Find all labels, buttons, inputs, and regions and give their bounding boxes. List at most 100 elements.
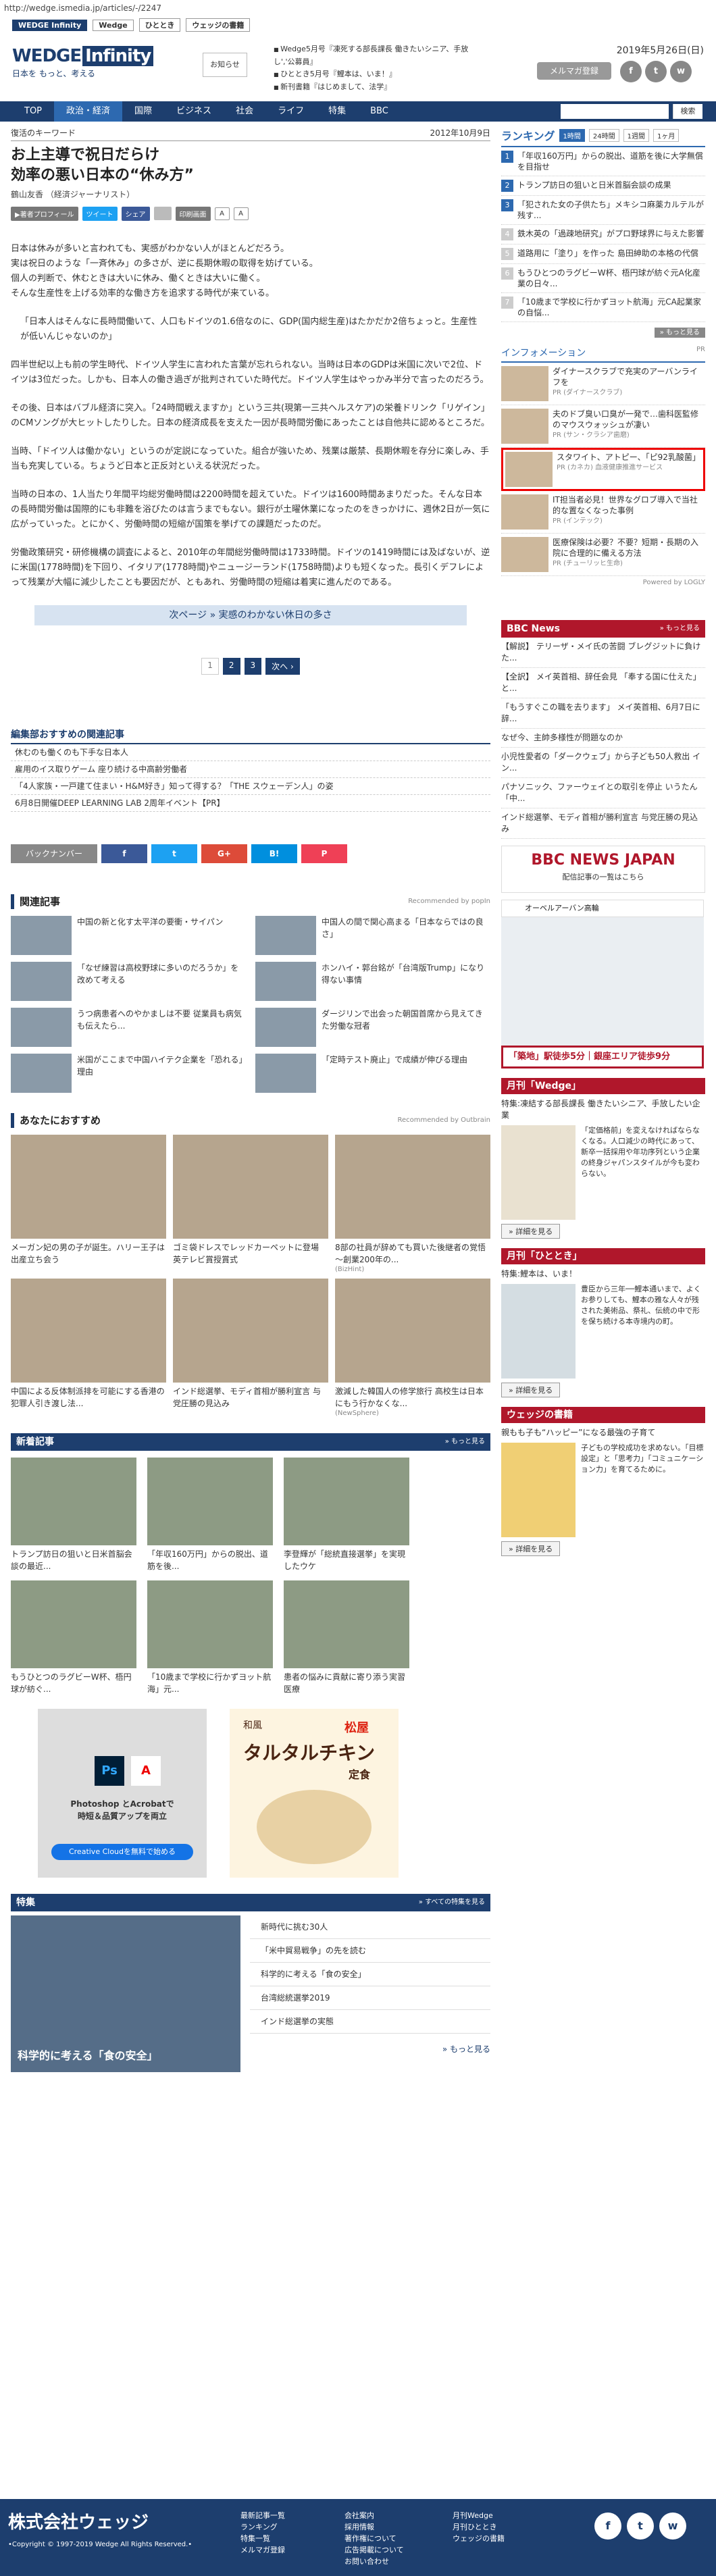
list-item[interactable]: 「米中貿易戦争」の先を読む <box>250 1939 490 1963</box>
matsuya-ad[interactable]: 和風 松屋 タルタルチキン 定食 <box>230 1709 399 1878</box>
footer-link[interactable]: お問い合わせ <box>344 2556 404 2567</box>
adobe-ad[interactable]: Ps A Photoshop とAcrobatで 時短＆品質アップを両立 Cre… <box>38 1709 207 1878</box>
page-2[interactable]: 2 <box>222 658 240 675</box>
related-card[interactable]: うつ病患者へのやかましは不要 従業員も病気も伝えたら... <box>11 1008 246 1047</box>
site-link-wedge[interactable]: Wedge <box>93 19 134 31</box>
nav-item-society[interactable]: 社会 <box>224 101 265 122</box>
footer-link[interactable]: ランキング <box>240 2521 285 2533</box>
ranking-item[interactable]: 7 「10歳まで学校に行かずヨット航海」元CA起業家の自悩... <box>501 293 705 322</box>
list-item[interactable]: 新時代に挑む30人 <box>250 1915 490 1939</box>
new-articles-more[interactable]: » もっと見る <box>445 1433 485 1451</box>
ranking-item[interactable]: 3 「犯された女の子供たち」メキシコ麻薬カルテルが残す... <box>501 196 705 225</box>
search-button[interactable]: 検索 <box>673 104 702 119</box>
bbc-news-japan-banner[interactable]: BBC NEWS JAPAN 配信記事の一覧はこちら <box>501 846 705 893</box>
nav-item-life[interactable]: ライフ <box>265 101 316 122</box>
list-item[interactable]: 休むのも働くのも下手な日本人 <box>11 744 490 761</box>
footer-link[interactable]: 月刊Wedge <box>453 2510 505 2521</box>
next-page-link[interactable]: 次ページ » 実感のわかない休日の多さ <box>34 605 467 625</box>
wedge-mag-cover[interactable] <box>501 1125 576 1220</box>
facebook-icon[interactable]: f <box>594 2513 621 2540</box>
recommend-card[interactable]: メーガン妃の男の子が誕生。ハリー王子は出産立ち会う <box>11 1135 166 1273</box>
ranking-more-button[interactable]: » もっと見る <box>654 328 705 338</box>
twitter-icon[interactable]: t <box>627 2513 654 2540</box>
wedge-icon[interactable]: w <box>670 61 692 82</box>
print-button[interactable]: 印刷画面 <box>175 206 211 221</box>
twitter-icon[interactable]: t <box>645 61 667 82</box>
header-news-item[interactable]: ひととき5月号『鯉本は、いま！』 <box>274 68 469 81</box>
tweet-button[interactable]: ツイート <box>82 206 118 221</box>
related-card[interactable]: 米国がここまで中国ハイテク企業を「恐れる」理由 <box>11 1054 246 1093</box>
ranking-item[interactable]: 6 もうひとつのラグビーW杯、梧円球が紡ぐ元A化産業の日々... <box>501 264 705 293</box>
related-card[interactable]: 中国の新と化す太平洋の要衝・サイパン <box>11 916 246 955</box>
bbc-item[interactable]: パナソニック、ファーウェイとの取引を停止 いうたん「中... <box>501 778 705 808</box>
recommend-card[interactable]: ゴミ袋ドレスでレッドカーペットに登場 英テレビ賞授賞式 <box>173 1135 328 1273</box>
related-card[interactable]: ダージリンで出会った朝国首席から見えてきた労働な冠者 <box>255 1008 490 1047</box>
book-cover[interactable] <box>501 1443 576 1537</box>
search-input[interactable] <box>561 104 669 119</box>
page-3[interactable]: 3 <box>244 658 262 675</box>
mail-icon[interactable] <box>153 207 172 220</box>
back-number-button[interactable]: バックナンバー <box>11 844 97 863</box>
list-item[interactable]: インド総選挙の実態 <box>250 2010 490 2034</box>
font-small-button[interactable]: A <box>214 207 230 220</box>
wedge-icon[interactable]: w <box>659 2513 686 2540</box>
ranking-tab[interactable]: 1時間 <box>559 128 585 142</box>
ranking-item[interactable]: 1 「年収160万円」からの脱出、道筋を後に大学無償を目指せ <box>501 147 705 176</box>
info-item[interactable]: IT担当者必見！世界なグロブ導入で当社的な置なくなった事例 PR (インテック) <box>501 491 705 534</box>
list-item[interactable]: 雇用のイス取りゲーム 座り続ける中高齢労働者 <box>11 761 490 778</box>
feature-more-link[interactable]: » もっと見る <box>250 2038 490 2061</box>
hitotoki-mag-detail-button[interactable]: » 詳細を見る <box>501 1383 561 1397</box>
info-item[interactable]: ダイナースクラブで充実のアーバンライフを PR (ダイナースクラブ) <box>501 363 705 405</box>
bbc-more[interactable]: » もっと見る <box>660 620 700 638</box>
font-large-button[interactable]: A <box>233 207 249 220</box>
recommend-card[interactable]: インド総選挙、モディ首相が勝利宣言 与党圧勝の見込み <box>173 1279 328 1417</box>
list-item[interactable]: 「4人家族・一戸建て住まい・H&M好き」知って得する？「THE スウェーデン人」… <box>11 778 490 795</box>
related-card[interactable]: 「なぜ練習は高校野球に多いのだろうか」を改めて考える <box>11 962 246 1001</box>
ranking-item[interactable]: 5 道路用に「塗り」を作った 島田紳助の本格の代償 <box>501 244 705 264</box>
header-news-item[interactable]: 新刊書籍『はじめまして、法学』 <box>274 81 469 94</box>
list-item[interactable]: 6月8日開催DEEP LEARNING LAB 2周年イベント【PR】 <box>11 795 490 812</box>
footer-link[interactable]: 会社案内 <box>344 2510 404 2521</box>
info-item[interactable]: 医療保険は必要？不要？短期・長期の入院に合理的に備える方法 PR (チューリッヒ生… <box>501 534 705 576</box>
side-ad-realestate[interactable]: オーベルアーバン高輪 「築地」駅徒歩5分｜銀座エリア徒歩9分 <box>501 900 704 1068</box>
bbc-item[interactable]: インド総選挙、モディ首相が勝利宣言 与党圧勝の見込み <box>501 808 705 839</box>
related-card[interactable]: 中国人の間で関心高まる「日本ならではの良さ」 <box>255 916 490 955</box>
new-article-card[interactable]: 「10歳まで学校に行かずヨット航海」元... <box>147 1580 273 1695</box>
ranking-tab[interactable]: 1ヶ月 <box>653 128 680 142</box>
site-link-books[interactable]: ウェッジの書籍 <box>186 18 251 32</box>
facebook-share-button[interactable]: シェア <box>121 206 150 221</box>
books-detail-button[interactable]: » 詳細を見る <box>501 1541 561 1556</box>
nav-item-top[interactable]: TOP <box>12 101 54 122</box>
facebook-icon[interactable]: f <box>620 61 642 82</box>
footer-link[interactable]: 特集一覧 <box>240 2533 285 2544</box>
newsletter-button[interactable]: メルマガ登録 <box>537 62 611 80</box>
info-item-highlighted[interactable]: スタワイト、アトピー、「ピ92乳酸菌」 PR (カネカ) 血液健康推進サービス <box>501 448 705 491</box>
recommend-card[interactable]: 激減した韓国人の修学旅行 高校生は日本にもう行かなくな... (NewSphere… <box>335 1279 490 1417</box>
feature-all-link[interactable]: » すべての特集を見る <box>419 1894 485 1911</box>
series-label[interactable]: 復活のキーワード <box>11 127 76 138</box>
new-article-card[interactable]: もうひとつのラグビーW杯、梧円球が紡ぐ... <box>11 1580 136 1695</box>
hitotoki-mag-cover[interactable] <box>501 1284 576 1379</box>
feature-image[interactable]: 科学的に考える「食の安全」 <box>11 1915 240 2072</box>
ranking-tab[interactable]: 24時間 <box>588 128 619 142</box>
hatena-icon[interactable]: B! <box>251 844 297 863</box>
new-article-card[interactable]: 患者の悩みに貢献に寄り添う実習医療 <box>284 1580 409 1695</box>
bbc-item[interactable]: なぜ今、主帥多様性が問題なのか <box>501 729 705 748</box>
ranking-tab[interactable]: 1週間 <box>623 128 650 142</box>
related-card[interactable]: 「定時テスト廃止」で成績が伸びる理由 <box>255 1054 490 1093</box>
author-profile-button[interactable]: ▶著者プロフィール <box>11 206 78 221</box>
notice-button[interactable]: お知らせ <box>203 53 247 77</box>
facebook-icon[interactable]: f <box>101 844 147 863</box>
gplus-icon[interactable]: G+ <box>201 844 247 863</box>
site-link-hitotoki[interactable]: ひととき <box>138 18 181 32</box>
footer-link[interactable]: 広告掲載について <box>344 2544 404 2556</box>
twitter-icon[interactable]: t <box>151 844 197 863</box>
bbc-item[interactable]: 小児性愛者の「ダークウェブ」から子ども50人救出 イン... <box>501 748 705 778</box>
nav-item-feature[interactable]: 特集 <box>316 101 358 122</box>
bbc-item[interactable]: 「もうすぐこの職を去ります」 メイ英首相、6月7日に辞... <box>501 698 705 729</box>
footer-link[interactable]: 著作権について <box>344 2533 404 2544</box>
footer-link[interactable]: 最新記事一覧 <box>240 2510 285 2521</box>
site-link-wedge-infinity[interactable]: WEDGE Infinity <box>12 19 88 31</box>
new-article-card[interactable]: トランプ訪日の狙いと日米首脳会談の最近... <box>11 1458 136 1572</box>
list-item[interactable]: 台湾総統選挙2019 <box>250 1986 490 2010</box>
